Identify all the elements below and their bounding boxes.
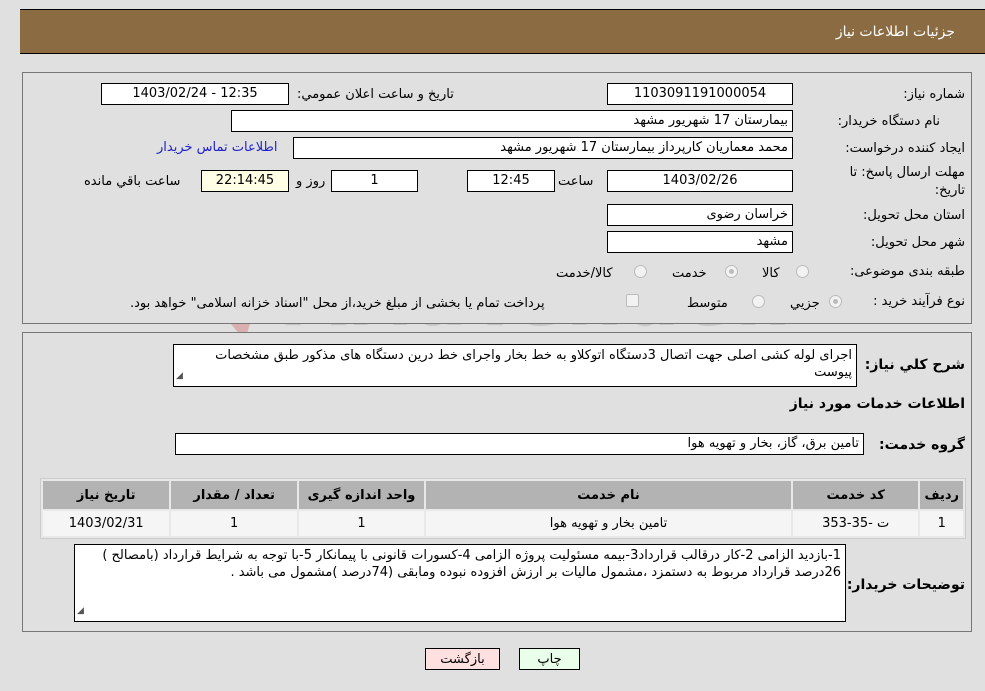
- need-number-label: شماره نیاز:: [903, 87, 965, 102]
- process-radio-medium[interactable]: [752, 295, 765, 308]
- cell-name: تامین بخار و تهویه هوا: [426, 511, 791, 536]
- creator-field: محمد معماریان کارپرداز بیمارستان 17 شهری…: [293, 137, 793, 159]
- province-field: خراسان رضوی: [607, 204, 793, 226]
- cell-unit: 1: [298, 511, 425, 536]
- back-button[interactable]: بازگشت: [425, 648, 500, 670]
- service-group-field: تامین برق، گاز، بخار و تهویه هوا: [175, 433, 864, 455]
- category-radio-goods[interactable]: [796, 265, 809, 278]
- city-field: مشهد: [607, 231, 793, 253]
- province-label: استان محل تحویل:: [863, 208, 965, 223]
- treasury-checkbox[interactable]: [626, 294, 639, 307]
- description-label: شرح کلي نیاز:: [864, 357, 965, 373]
- process-label: نوع فرآیند خرید :: [873, 294, 965, 309]
- service-group-label: گروه خدمت:: [879, 437, 965, 453]
- category-option-goods: کالا: [762, 266, 780, 281]
- deadline-date-field: 1403/02/26: [607, 170, 793, 192]
- deadline-time-field: 12:45: [467, 170, 555, 192]
- announce-field: 1403/02/24 - 12:35: [101, 83, 289, 105]
- days-field: 1: [331, 170, 418, 192]
- resize-grip-icon[interactable]: ◢: [77, 603, 84, 620]
- services-section-title: اطلاعات خدمات مورد نیاز: [789, 396, 965, 412]
- col-unit: واحد اندازه گیری: [298, 481, 425, 509]
- creator-label: ایجاد کننده درخواست:: [845, 141, 965, 156]
- description-text: اجرای لوله کشی اصلی جهت اتصال 3دستگاه ات…: [215, 348, 852, 380]
- buyer-contact-link[interactable]: اطلاعات تماس خریدار: [157, 140, 277, 155]
- description-textarea[interactable]: اجرای لوله کشی اصلی جهت اتصال 3دستگاه ات…: [173, 344, 857, 387]
- deadline-label: مهلت ارسال پاسخ: تا تاریخ:: [849, 165, 965, 198]
- back-button-label: بازگشت: [440, 651, 485, 667]
- col-date: تاریخ نیاز: [43, 481, 170, 509]
- category-radio-goods-service[interactable]: [634, 265, 647, 278]
- process-radio-minor[interactable]: [829, 295, 842, 308]
- remaining-time-field: 22:14:45: [201, 170, 289, 192]
- announce-label: تاریخ و ساعت اعلان عمومي:: [297, 87, 454, 102]
- buyer-org-field: بیمارستان 17 شهریور مشهد: [231, 110, 793, 132]
- table-header-row: ردیف کد خدمت نام خدمت واحد اندازه گیری ت…: [43, 481, 963, 509]
- resize-grip-icon[interactable]: ◢: [176, 368, 183, 385]
- col-code: کد خدمت: [792, 481, 919, 509]
- services-table: ردیف کد خدمت نام خدمت واحد اندازه گیری ت…: [40, 478, 966, 539]
- process-option-medium: متوسط: [687, 296, 728, 311]
- buyer-notes-label: توضیحات خریدار:: [846, 577, 965, 593]
- cell-qty: 1: [171, 511, 297, 536]
- category-radio-service[interactable]: [725, 265, 738, 278]
- category-label: طبقه بندی موضوعی:: [849, 264, 965, 279]
- col-name: نام خدمت: [426, 481, 791, 509]
- category-option-service: خدمت: [672, 266, 707, 281]
- page-title: جزئیات اطلاعات نیاز: [835, 23, 955, 40]
- remaining-label: ساعت باقي مانده: [84, 174, 181, 189]
- category-option-goods-service: کالا/خدمت: [556, 266, 613, 281]
- cell-row: 1: [920, 511, 963, 536]
- table-row: 1 ت -35-353 تامین بخار و تهویه هوا 1 1 1…: [43, 511, 963, 536]
- buyer-notes-textarea[interactable]: 1-بازدید الزامی 2-کار درقالب قرارداد3-بی…: [74, 544, 846, 622]
- need-number-field: 1103091191000054: [607, 83, 793, 105]
- buyer-org-label: نام دستگاه خریدار:: [837, 114, 940, 129]
- process-option-minor: جزيي: [790, 296, 820, 311]
- print-button-label: چاپ: [537, 651, 562, 667]
- treasury-note: پرداخت تمام یا بخشی از مبلغ خرید،از محل …: [130, 296, 545, 311]
- cell-date: 1403/02/31: [43, 511, 170, 536]
- col-qty: تعداد / مقدار: [171, 481, 297, 509]
- buyer-notes-text: 1-بازدید الزامی 2-کار درقالب قرارداد3-بی…: [102, 548, 841, 580]
- page-header: جزئیات اطلاعات نیاز: [20, 9, 985, 54]
- city-label: شهر محل تحویل:: [870, 235, 965, 250]
- col-row: ردیف: [920, 481, 963, 509]
- days-label: روز و: [296, 174, 326, 189]
- cell-code: ت -35-353: [792, 511, 919, 536]
- print-button[interactable]: چاپ: [519, 648, 580, 670]
- deadline-time-label: ساعت: [558, 174, 594, 189]
